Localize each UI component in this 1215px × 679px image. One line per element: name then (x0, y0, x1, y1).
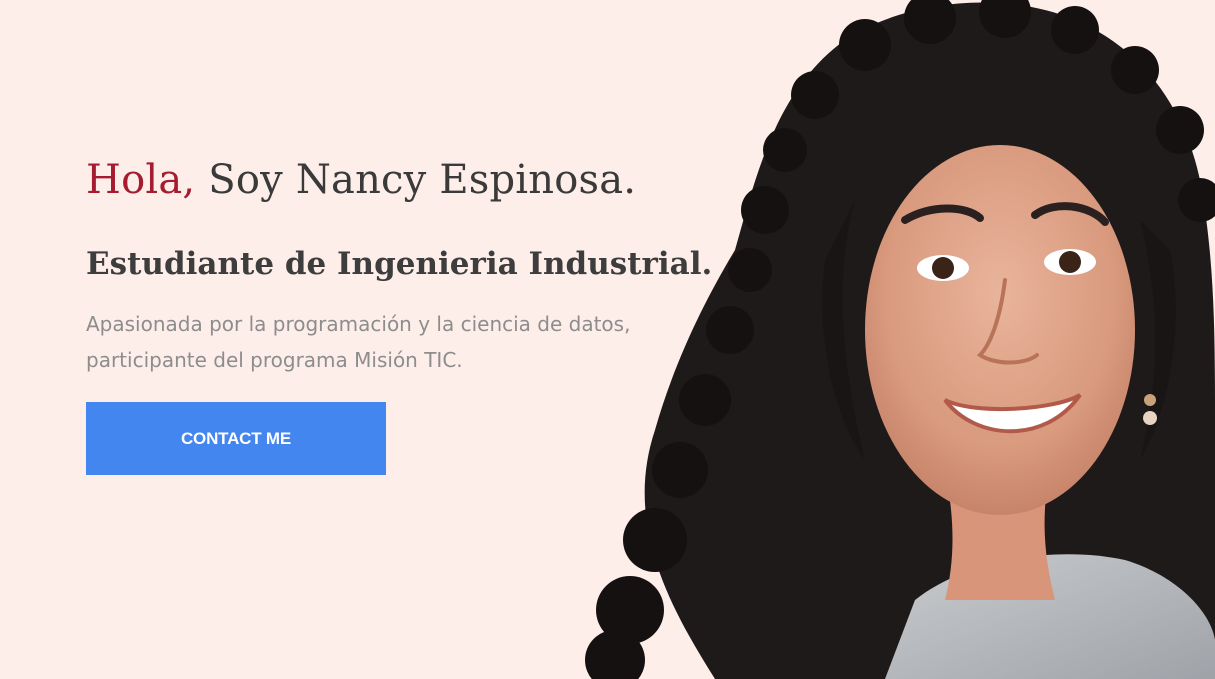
greeting-accent: Hola, (86, 157, 196, 203)
contact-me-button[interactable]: CONTACT ME (86, 402, 386, 475)
person-photo-icon (585, 0, 1215, 679)
greeting-name: Soy Nancy Espinosa. (195, 157, 637, 203)
hero-section: Hola, Soy Nancy Espinosa. Estudiante de … (0, 0, 1215, 679)
bio-line-1: Apasionada por la programación y la cien… (86, 312, 631, 336)
bio-line-2: participante del programa Misión TIC. (86, 348, 463, 372)
portrait-photo (585, 0, 1215, 679)
